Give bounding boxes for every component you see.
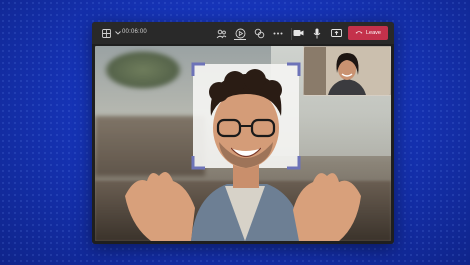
react-icon[interactable] <box>234 27 246 40</box>
self-view-video[interactable] <box>303 46 391 96</box>
phone-hangup-icon <box>355 30 363 36</box>
people-icon[interactable] <box>215 28 227 40</box>
self-view-participant <box>304 47 390 95</box>
share-screen-icon[interactable] <box>330 27 342 39</box>
more-icon[interactable] <box>272 28 284 40</box>
share-tray-icon[interactable] <box>253 28 265 40</box>
leave-button[interactable]: Leave <box>348 26 388 40</box>
meeting-toolbar: 00:06:00 Leave <box>92 22 394 44</box>
meeting-window: 00:06:00 Leave <box>92 22 394 244</box>
chevron-down-icon[interactable] <box>115 27 121 39</box>
microphone-icon[interactable] <box>311 27 323 39</box>
meeting-timer: 00:06:00 <box>122 29 147 35</box>
layout-grid-icon[interactable] <box>100 27 112 39</box>
camera-icon[interactable] <box>292 27 304 39</box>
leave-label: Leave <box>366 30 381 36</box>
